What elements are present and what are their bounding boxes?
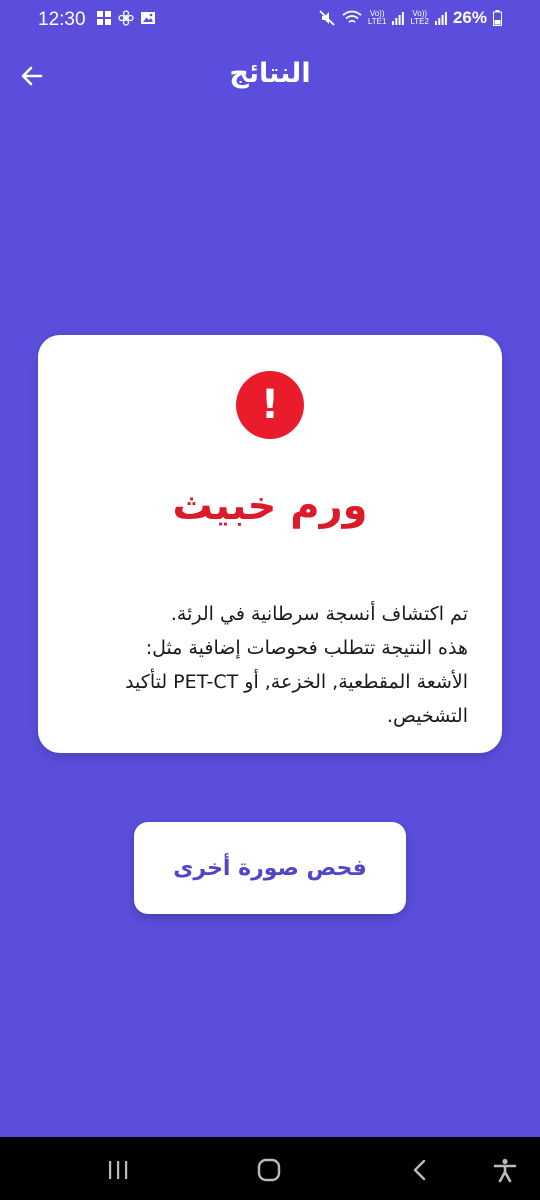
description-line: الأشعة المقطعية, الخزعة, أو PET-CT لتأكي… bbox=[125, 671, 468, 693]
scan-another-image-label: فحص صورة أخرى bbox=[173, 855, 367, 881]
page-title: النتائج bbox=[229, 58, 311, 89]
battery-icon bbox=[493, 10, 502, 26]
scan-another-image-button[interactable]: فحص صورة أخرى bbox=[134, 822, 406, 914]
status-right-icons: Vo)) LTE1 Vo)) LTE2 26% bbox=[318, 8, 502, 28]
result-title: ورم خبيث bbox=[172, 483, 368, 529]
lte1-label: LTE1 bbox=[367, 17, 387, 26]
home-button[interactable] bbox=[254, 1155, 284, 1185]
image-icon bbox=[141, 12, 155, 24]
volte2: Vo)) LTE2 bbox=[410, 10, 429, 26]
home-icon bbox=[257, 1158, 281, 1182]
exclamation-icon: ! bbox=[236, 371, 304, 439]
description-line: التشخيص. bbox=[386, 705, 468, 727]
nav-back-button[interactable] bbox=[405, 1155, 435, 1185]
recents-button[interactable] bbox=[103, 1155, 133, 1185]
recents-icon bbox=[109, 1161, 128, 1179]
accessibility-icon bbox=[493, 1158, 517, 1183]
battery-percent: 26% bbox=[452, 8, 487, 27]
status-bar: 12:30 Vo)) LTE1 Vo)) LTE2 26% bbox=[0, 0, 540, 40]
accessibility-button[interactable] bbox=[490, 1155, 520, 1185]
signal-icon-1 bbox=[392, 12, 405, 25]
status-time: 12:30 bbox=[38, 9, 86, 30]
windows-icon bbox=[97, 11, 111, 25]
lte2-label: LTE2 bbox=[410, 17, 429, 26]
back-icon bbox=[413, 1159, 426, 1181]
fan-icon bbox=[118, 10, 134, 26]
description-line: هذه النتيجة تتطلب فحوصات إضافية مثل: bbox=[145, 637, 468, 659]
app-header: النتائج bbox=[0, 48, 540, 104]
result-description: تم اكتشاف أنسجة سرطانية في الرئة. هذه ال… bbox=[72, 597, 468, 733]
result-card: ! ورم خبيث تم اكتشاف أنسجة سرطانية في ال… bbox=[38, 335, 502, 753]
mute-icon bbox=[319, 10, 335, 26]
wifi-icon bbox=[342, 10, 362, 23]
status-left-icons bbox=[96, 10, 156, 26]
system-nav-bar bbox=[0, 1137, 540, 1200]
description-line: تم اكتشاف أنسجة سرطانية في الرئة. bbox=[170, 603, 468, 625]
signal-icon-2 bbox=[434, 12, 447, 25]
volte1: Vo)) LTE1 bbox=[368, 10, 387, 26]
